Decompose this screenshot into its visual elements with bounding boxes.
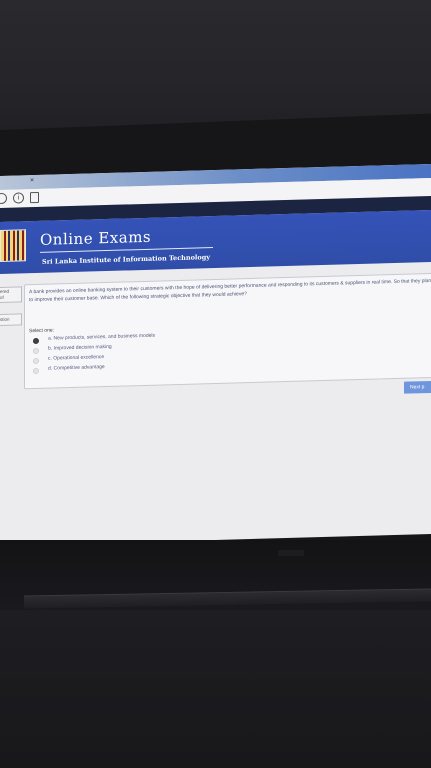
page-title: Online Exams (40, 227, 152, 249)
flag-question-box[interactable]: stion (0, 313, 22, 326)
answer-label: c. Operational excellence (48, 354, 105, 362)
radio-icon[interactable] (33, 367, 39, 375)
site-header: Online Exams Sri Lanka Institute of Info… (0, 209, 431, 274)
sliit-logo (0, 229, 26, 262)
radio-icon[interactable] (33, 357, 39, 365)
answer-label: a. New products, services, and business … (48, 332, 155, 342)
info-icon[interactable]: i (13, 192, 24, 204)
reload-icon[interactable] (0, 192, 7, 205)
keyboard-area (0, 610, 431, 768)
question-card: A bank provides an online banking system… (24, 272, 431, 390)
question-info-box: ered of (0, 286, 22, 303)
answer-label: b. Improved decision making (48, 343, 112, 352)
browser-screen: × i Online Exams Sri Lanka Institute of … (0, 163, 431, 547)
sidebar-label-of: of (0, 294, 4, 300)
sidebar-label-question: stion (0, 316, 10, 322)
document-icon[interactable] (30, 191, 39, 204)
question-text: A bank provides an online banking system… (29, 277, 431, 304)
select-prompt: Select one: (29, 327, 55, 335)
next-page-button[interactable]: Next p (404, 380, 431, 394)
radio-selected-icon[interactable] (33, 337, 39, 345)
radio-icon[interactable] (33, 347, 39, 355)
close-tab-icon[interactable]: × (30, 177, 34, 184)
monitor-logo (278, 550, 304, 556)
answer-label: d. Competitive advantage (48, 364, 105, 372)
institute-name: Sri Lanka Institute of Information Techn… (42, 253, 211, 266)
